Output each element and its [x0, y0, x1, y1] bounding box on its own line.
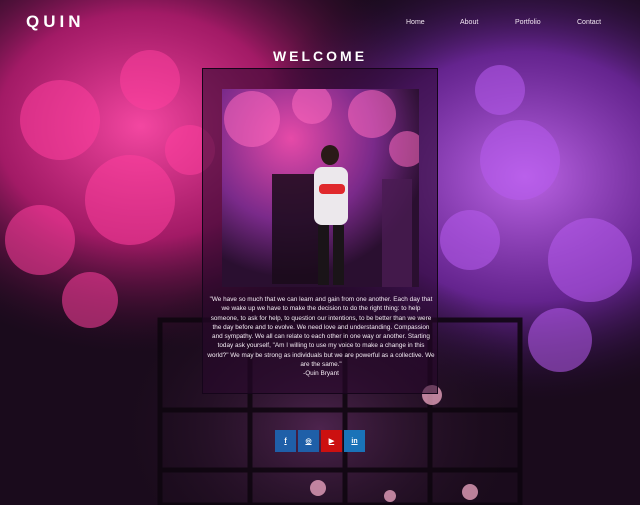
welcome-panel: "We have so much that we can learn and g…: [202, 68, 438, 394]
nav-portfolio[interactable]: Portfolio: [515, 19, 541, 26]
quote-block: "We have so much that we can learn and g…: [207, 295, 435, 379]
youtube-icon[interactable]: ▶: [321, 430, 342, 452]
portrait-image: [222, 89, 419, 287]
quote-text: "We have so much that we can learn and g…: [207, 296, 435, 369]
quote-author: -Quin Bryant: [303, 370, 339, 378]
nav-about[interactable]: About: [460, 19, 478, 26]
top-nav: Home About Portfolio Contact: [0, 19, 640, 31]
portrait-photo: [222, 89, 419, 287]
facebook-icon[interactable]: f: [275, 430, 296, 452]
nav-home[interactable]: Home: [406, 19, 425, 26]
linkedin-icon[interactable]: in: [344, 430, 365, 452]
nav-contact[interactable]: Contact: [577, 19, 601, 26]
instagram-icon[interactable]: ◎: [298, 430, 319, 452]
welcome-title: WELCOME: [272, 48, 368, 64]
